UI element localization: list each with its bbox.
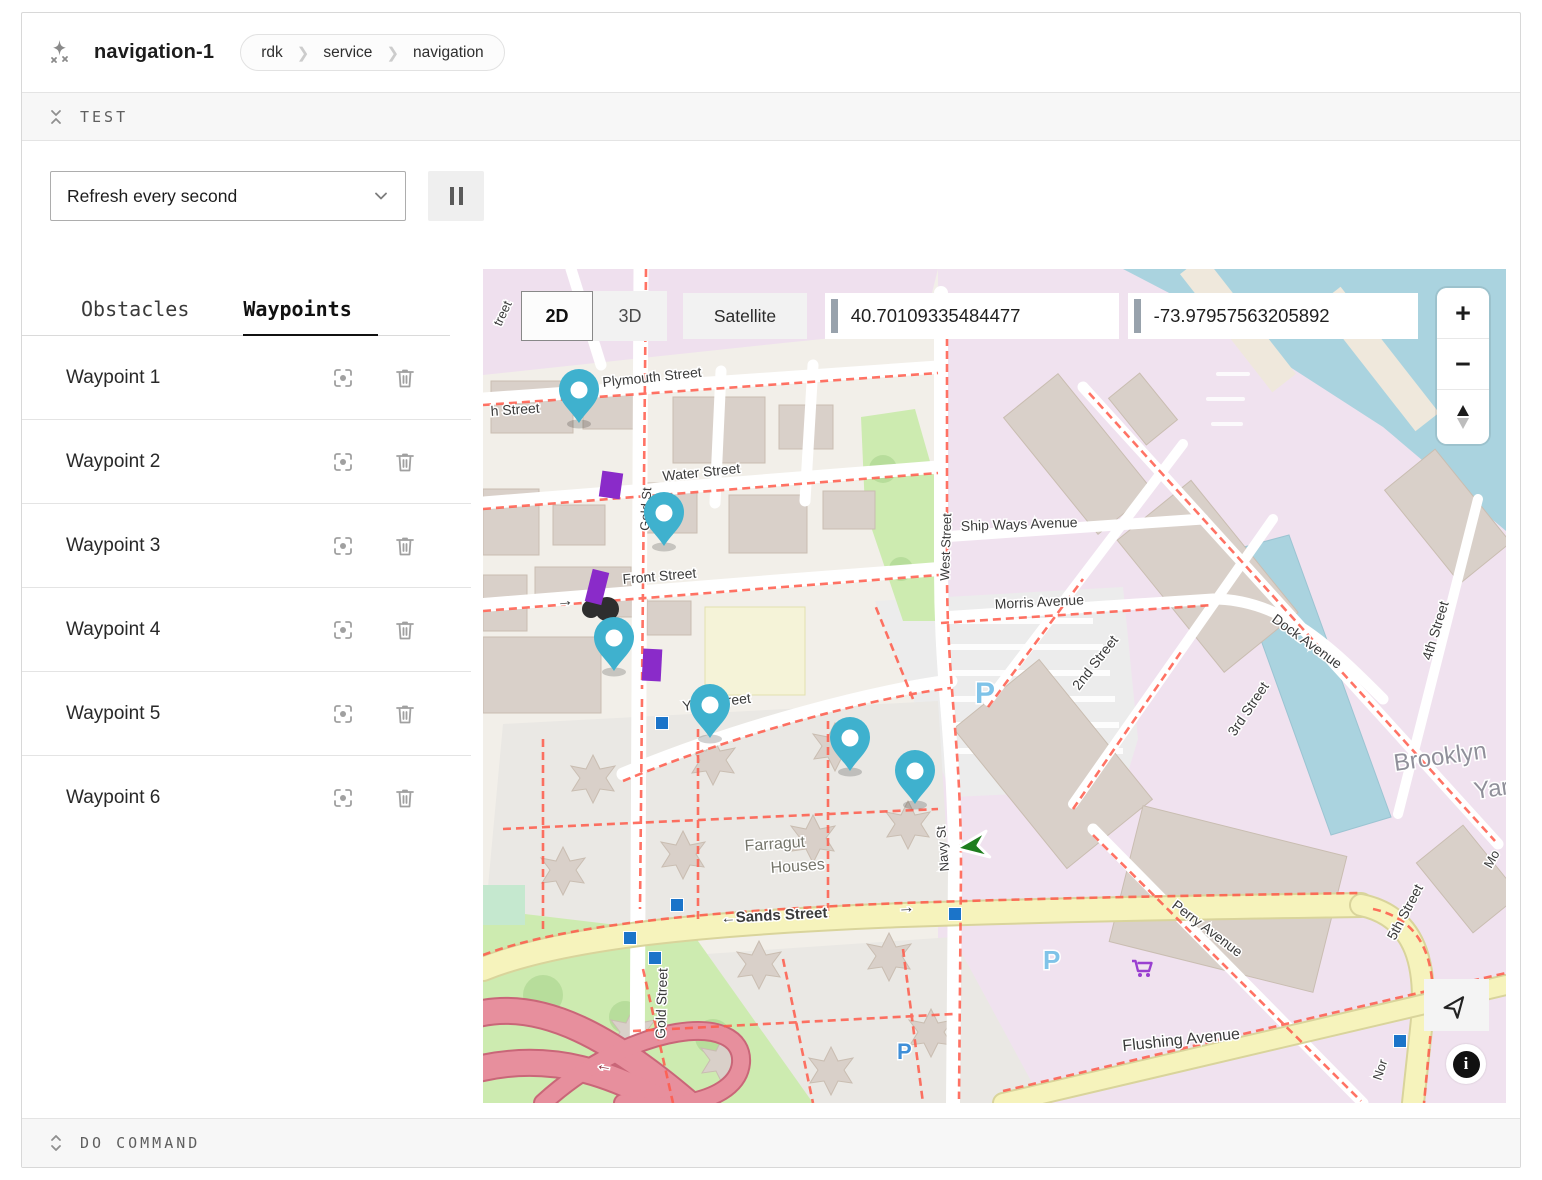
longitude-field [1128, 293, 1418, 339]
map-2d-button[interactable]: 2D [521, 291, 593, 341]
zoom-out-button[interactable]: − [1437, 339, 1489, 390]
service-sparkle-icon [46, 38, 76, 68]
map-attribution-button[interactable]: i [1446, 1044, 1486, 1084]
focus-waypoint-button[interactable] [331, 786, 355, 810]
waypoint-row: Waypoint 2 [22, 420, 471, 504]
delete-waypoint-button[interactable] [393, 786, 417, 810]
pause-button[interactable] [428, 171, 484, 221]
focus-waypoint-button[interactable] [331, 534, 355, 558]
zoom-in-button[interactable]: + [1437, 288, 1489, 339]
delete-waypoint-button[interactable] [393, 366, 417, 390]
waypoint-name: Waypoint 3 [66, 535, 331, 557]
waypoints-panel: Obstacles Waypoints Waypoint 1 Waypoint … [22, 269, 483, 1103]
breadcrumb-item-service[interactable]: service [323, 44, 372, 62]
chevron-right-icon: ❯ [386, 44, 399, 62]
breadcrumb-item-rdk[interactable]: rdk [261, 44, 283, 62]
tab-obstacles[interactable]: Obstacles [81, 293, 215, 336]
test-section-toggle[interactable]: TEST [22, 92, 1520, 141]
tab-waypoints[interactable]: Waypoints [243, 293, 377, 336]
breadcrumb: rdk ❯ service ❯ navigation [240, 34, 504, 71]
pause-icon [450, 187, 454, 205]
map-3d-button[interactable]: 3D [593, 291, 667, 341]
focus-waypoint-button[interactable] [331, 450, 355, 474]
latitude-input[interactable] [838, 305, 1119, 327]
navigation-service-card: navigation-1 rdk ❯ service ❯ navigation … [21, 12, 1521, 1168]
svg-text:Gold Street: Gold Street [652, 968, 670, 1039]
waypoint-row: Waypoint 6 [22, 756, 471, 840]
geolocate-button[interactable] [1424, 979, 1489, 1031]
waypoint-row: Waypoint 1 [22, 336, 471, 420]
chevron-down-icon [373, 188, 389, 204]
page-title: navigation-1 [94, 41, 214, 64]
longitude-input[interactable] [1141, 305, 1418, 327]
waypoint-name: Waypoint 5 [66, 703, 331, 725]
waypoint-row: Waypoint 3 [22, 504, 471, 588]
do-command-label: DO COMMAND [80, 1134, 200, 1152]
svg-text:P: P [1043, 945, 1060, 975]
chevron-right-icon: ❯ [297, 44, 310, 62]
waypoint-name: Waypoint 4 [66, 619, 331, 641]
expand-icon [48, 1132, 64, 1154]
waypoint-row: Waypoint 5 [22, 672, 471, 756]
refresh-controls: Refresh every second [22, 141, 1520, 269]
delete-waypoint-button[interactable] [393, 618, 417, 642]
waypoint-list: Waypoint 1 Waypoint 2 Waypoint 3 [22, 336, 483, 840]
delete-waypoint-button[interactable] [393, 702, 417, 726]
do-command-toggle[interactable]: DO COMMAND [22, 1118, 1520, 1167]
collapse-icon [48, 106, 64, 128]
latitude-field [825, 293, 1119, 339]
waypoint-name: Waypoint 2 [66, 451, 331, 473]
drag-handle[interactable] [831, 299, 838, 333]
svg-text:→: → [555, 590, 574, 611]
refresh-rate-value: Refresh every second [67, 186, 237, 207]
map-dimension-toggle: 2D 3D [521, 291, 667, 341]
svg-text:P: P [975, 677, 995, 710]
focus-waypoint-button[interactable] [331, 366, 355, 390]
map-canvas[interactable]: treeth StreetPlymouth StreetWater Street… [483, 269, 1506, 1103]
waypoint-row: Waypoint 4 [22, 588, 471, 672]
focus-waypoint-button[interactable] [331, 702, 355, 726]
compass-button[interactable] [1437, 390, 1489, 444]
compass-needle-icon [1453, 404, 1473, 430]
map-zoom-control: + − [1437, 288, 1489, 444]
delete-waypoint-button[interactable] [393, 450, 417, 474]
waypoint-name: Waypoint 1 [66, 367, 331, 389]
main-content: Obstacles Waypoints Waypoint 1 Waypoint … [22, 269, 1520, 1103]
refresh-rate-select[interactable]: Refresh every second [50, 171, 406, 221]
svg-text:h Street: h Street [490, 400, 540, 419]
satellite-toggle-button[interactable]: Satellite [683, 293, 807, 339]
svg-text:West Street: West Street [937, 513, 954, 582]
delete-waypoint-button[interactable] [393, 534, 417, 558]
drag-handle[interactable] [1134, 299, 1141, 333]
map-image[interactable]: treeth StreetPlymouth StreetWater Street… [483, 269, 1506, 1103]
navigation-arrow-icon [1438, 987, 1474, 1023]
svg-text:←: ← [594, 1054, 614, 1076]
svg-text:P: P [897, 1039, 912, 1064]
test-section-label: TEST [80, 108, 128, 126]
panel-tabs: Obstacles Waypoints [22, 293, 450, 336]
waypoint-name: Waypoint 6 [66, 787, 331, 809]
info-icon: i [1453, 1051, 1480, 1078]
breadcrumb-item-navigation[interactable]: navigation [413, 44, 484, 62]
card-header: navigation-1 rdk ❯ service ❯ navigation [22, 13, 1520, 92]
focus-waypoint-button[interactable] [331, 618, 355, 642]
svg-text:→: → [897, 897, 915, 917]
